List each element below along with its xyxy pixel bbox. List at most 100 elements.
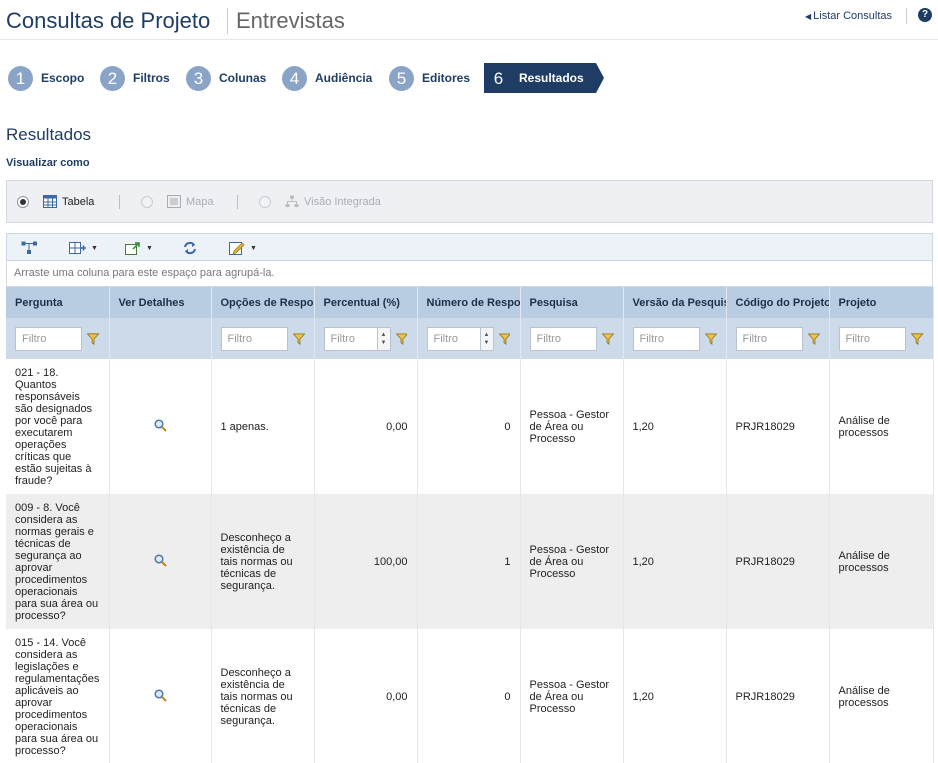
cell-opcoes: 1 apenas. <box>211 359 315 494</box>
step-escopo[interactable]: 1 Escopo <box>8 63 84 93</box>
cell-percentual: 0,00 <box>314 359 418 494</box>
step-label: Editores <box>422 71 471 85</box>
integrated-radio <box>259 195 271 208</box>
wizard-steps: 1 Escopo 2 Filtros 3 Colunas 4 Audiência… <box>8 63 938 93</box>
step-resultados[interactable]: 6 Resultados <box>484 63 604 93</box>
cell-codigo: PRJR18029 <box>726 359 830 494</box>
filter-icon[interactable] <box>87 332 100 345</box>
step-label: Audiência <box>315 71 373 85</box>
column-header-pergunta[interactable]: Pergunta <box>6 287 110 318</box>
step-label: Resultados <box>519 71 584 85</box>
results-table: Pergunta Ver Detalhes Opções de Respo Pe… <box>6 287 934 763</box>
filter-row: Filtro Filtro Filtro ▲ ▼ Filtro ▲ ▼ Filtro F… <box>6 318 934 359</box>
cell-percentual: 100,00 <box>314 494 418 629</box>
column-header-numero[interactable]: Número de Respo <box>417 287 521 318</box>
filter-icon[interactable] <box>292 332 305 345</box>
cell-projeto: Análise de processos <box>829 494 934 629</box>
export-menu-button[interactable]: ▼ <box>125 240 153 256</box>
filter-input[interactable]: Filtro <box>220 326 288 351</box>
step-audiencia[interactable]: 4 Audiência <box>282 63 372 93</box>
column-header-codigo[interactable]: Código do Projeto <box>726 287 830 318</box>
table-row[interactable]: 021 - 18. Quantos responsáveis são desig… <box>6 359 934 494</box>
column-header-opcoes[interactable]: Opções de Respo <box>211 287 315 318</box>
view-as-label: Visualizar como <box>6 157 90 169</box>
filter-icon[interactable] <box>911 332 924 345</box>
cell-pesquisa: Pessoa - Gestor de Área ou Processo <box>520 629 624 763</box>
spinner-button[interactable]: ▲ ▼ <box>377 326 391 351</box>
section-title: Resultados <box>6 125 92 144</box>
column-header-versao[interactable]: Versão da Pesquis <box>623 287 727 318</box>
step-editores[interactable]: 5 Editores <box>389 63 470 93</box>
cell-projeto: Análise de processos <box>829 629 934 763</box>
step-number: 6 <box>486 65 511 91</box>
view-options-panel: Tabela Mapa Visão Integrada <box>6 180 933 223</box>
cell-ver-detalhes <box>109 629 212 763</box>
hierarchy-icon <box>285 195 299 207</box>
columns-icon <box>69 242 86 254</box>
filter-input[interactable]: Filtro <box>529 326 597 351</box>
cell-pergunta: 015 - 14. Você considera as legislações … <box>6 629 110 763</box>
cell-versao: 1,20 <box>623 494 727 629</box>
list-queries-label: Listar Consultas <box>813 10 893 22</box>
column-header-ver-detalhes[interactable]: Ver Detalhes <box>109 287 212 318</box>
columns-menu-button[interactable]: ▼ <box>69 240 98 256</box>
filter-icon[interactable] <box>807 332 820 345</box>
step-number: 5 <box>389 65 414 91</box>
spinner-button[interactable]: ▲ ▼ <box>480 326 494 351</box>
magnifier-icon[interactable] <box>153 418 167 432</box>
edit-menu-button[interactable]: ▼ <box>229 240 257 256</box>
cell-numero: 0 <box>417 629 521 763</box>
table-row[interactable]: 015 - 14. Você considera as legislações … <box>6 629 934 763</box>
table-option-label: Tabela <box>62 195 95 208</box>
header-divider <box>906 8 907 24</box>
filter-input[interactable]: Filtro <box>15 326 83 351</box>
step-number: 3 <box>186 65 211 91</box>
help-icon[interactable]: ? <box>918 8 932 22</box>
filter-icon[interactable] <box>498 332 511 345</box>
cell-numero: 0 <box>417 359 521 494</box>
chevron-down-icon: ▼ <box>250 244 257 252</box>
cell-codigo: PRJR18029 <box>726 629 830 763</box>
column-header-projeto[interactable]: Projeto <box>829 287 934 318</box>
refresh-icon <box>184 241 196 255</box>
column-header-pesquisa[interactable]: Pesquisa <box>520 287 624 318</box>
group-drop-area[interactable]: Arraste uma coluna para este espaço para… <box>6 261 933 287</box>
map-radio <box>141 195 153 208</box>
table-radio[interactable] <box>17 195 29 208</box>
view-option-table[interactable]: Tabela <box>17 195 94 208</box>
column-header-percentual[interactable]: Percentual (%) <box>314 287 418 318</box>
step-label: Filtros <box>133 71 170 85</box>
refresh-button[interactable] <box>182 240 198 256</box>
cell-opcoes: Desconheço a existência de tais normas o… <box>211 494 315 629</box>
filter-input[interactable]: Filtro <box>323 326 378 351</box>
view-option-map: Mapa <box>141 195 214 208</box>
cell-versao: 1,20 <box>623 629 727 763</box>
hierarchy-button[interactable] <box>21 240 38 256</box>
filter-icon[interactable] <box>704 332 717 345</box>
cell-pergunta: 021 - 18. Quantos responsáveis são desig… <box>6 359 110 494</box>
cell-codigo: PRJR18029 <box>726 494 830 629</box>
filter-input[interactable]: Filtro <box>632 326 700 351</box>
step-filtros[interactable]: 2 Filtros <box>100 63 170 93</box>
group-hint: Arraste uma coluna para este espaço para… <box>14 267 275 279</box>
filter-input[interactable]: Filtro <box>735 326 803 351</box>
view-option-integrated: Visão Integrada <box>259 195 381 208</box>
step-colunas[interactable]: 3 Colunas <box>186 63 266 93</box>
table-row[interactable]: 009 - 8. Você considera as normas gerais… <box>6 494 934 629</box>
cell-opcoes: Desconheço a existência de tais normas o… <box>211 629 315 763</box>
filter-input[interactable]: Filtro <box>426 326 481 351</box>
back-arrow-icon: ◀ <box>805 12 812 21</box>
step-label: Escopo <box>41 71 85 85</box>
filter-icon[interactable] <box>395 332 408 345</box>
table-icon <box>43 195 57 208</box>
filter-icon[interactable] <box>601 332 614 345</box>
list-queries-link[interactable]: ◀ Listar Consultas <box>805 10 892 22</box>
magnifier-icon[interactable] <box>153 688 167 702</box>
page-title: Consultas de Projeto <box>6 8 211 33</box>
cell-projeto: Análise de processos <box>829 359 934 494</box>
filter-input[interactable]: Filtro <box>838 326 907 351</box>
magnifier-icon[interactable] <box>153 553 167 567</box>
option-divider <box>119 195 120 209</box>
export-icon <box>125 242 140 255</box>
title-divider <box>227 8 228 34</box>
